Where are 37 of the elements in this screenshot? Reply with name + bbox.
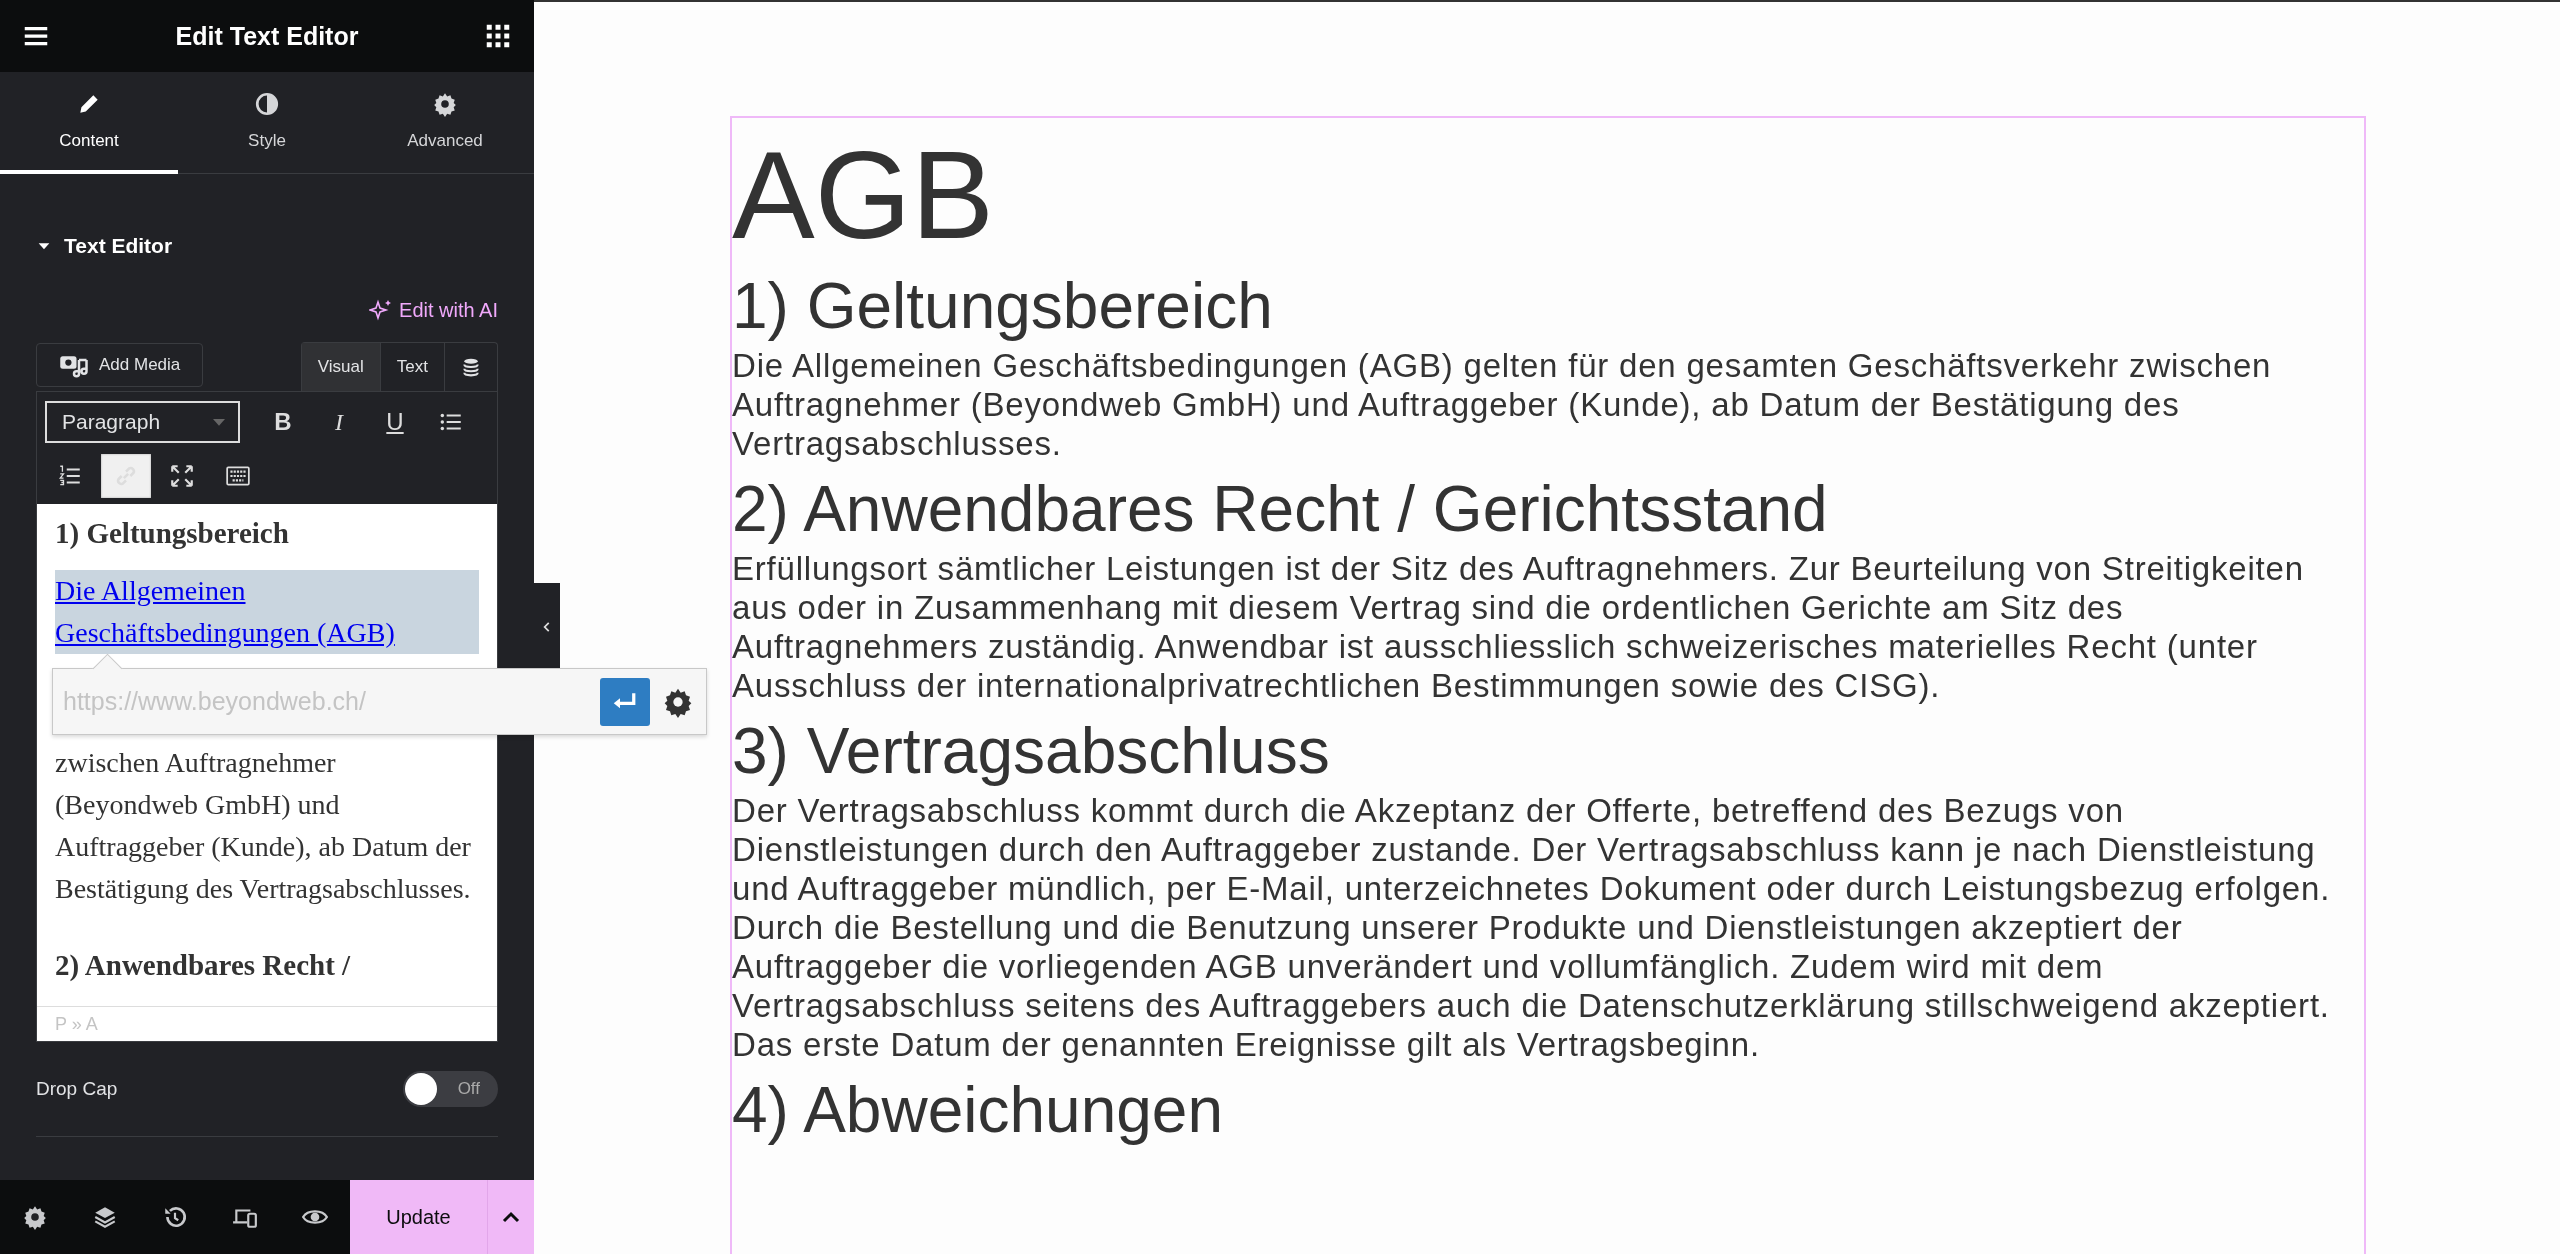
section-text: Die Allgemeinen Geschäftsbedingungen (AGB) gelten für den gesamten Geschäftsverkehr zwischen Auftragnehmer (Beyondweb GmbH) und Auftraggeber (Kunde), ab Datum der Bestätigung des Vertragsabschlusses. bbox=[732, 346, 2273, 463]
bold-button[interactable]: B bbox=[258, 400, 308, 444]
section-heading: 2) Anwendbares Recht / Gerichtsstand bbox=[732, 472, 1829, 547]
format-select[interactable]: Paragraph bbox=[45, 401, 240, 443]
section-heading: 3) Vertragsabschluss bbox=[732, 714, 1331, 789]
fullscreen-icon bbox=[169, 463, 195, 489]
apply-link-button[interactable] bbox=[600, 677, 650, 726]
gear-icon bbox=[432, 91, 458, 117]
collapse-handle[interactable] bbox=[534, 583, 560, 670]
keyboard-icon bbox=[225, 463, 251, 489]
editor-mode-tab[interactable]: Visual bbox=[301, 343, 380, 391]
panel-title: Edit Text Editor bbox=[175, 21, 359, 51]
editor-heading: 1) Geltungsbereich bbox=[55, 516, 290, 551]
element-path: P » A bbox=[55, 1013, 98, 1035]
section-heading: 1) Geltungsbereich bbox=[732, 269, 1274, 344]
selected-link[interactable]: Die Allgemeinen Geschäftsbedingungen (AGB) bbox=[55, 570, 479, 654]
add-media-button[interactable]: Add Media bbox=[36, 343, 204, 387]
edit-with-ai-link[interactable]: Edit with AI bbox=[369, 298, 498, 322]
section-text: Der Vertragsabschluss kommt durch die Akzeptanz der Offerte, betreffend des Bezugs von Dienstleistungen durch den Auftraggeber zustande. Der Vertragsabschluss kann je nach Dienstleistung und Auftraggeber mündlich, per E-Mail, unterzeichnetes Dokument oder durch Leistungsbezug erfolgen. Durch die Bestellung und die Benutzung unserer Produkte und Dienstleistungen akzeptiert der Auftraggeber die vorliegenden AGB unverändert und vollumfänglich. Zudem wird mit dem Vertragsabschluss seitens des Auftraggebers auch die Datenschutzerklärung stillschweigend akzeptiert. Das erste Datum der genannten Ereignisse gilt als Vertragsbeginn. bbox=[732, 791, 2332, 1064]
page-title: AGB bbox=[732, 130, 995, 260]
italic-button[interactable]: I bbox=[314, 400, 364, 444]
underline-button[interactable]: U bbox=[370, 400, 420, 444]
drop-cap-switch[interactable]: Off bbox=[403, 1071, 498, 1107]
database-icon bbox=[461, 357, 481, 377]
editor-paragraph: zwischen Auftragnehmer (Beyondweb GmbH) und Auftraggeber (Kunde), ab Datum der Bestätigung des Vertragsabschlusses. bbox=[55, 746, 472, 906]
section-toggle[interactable]: Text Editor bbox=[36, 234, 173, 258]
panel-tab[interactable]: Content bbox=[0, 72, 178, 174]
editor-mode-tab[interactable]: Text bbox=[379, 343, 444, 391]
panel-tab[interactable]: Advanced bbox=[356, 72, 534, 174]
section-heading: 4) Abweichungen bbox=[732, 1073, 1225, 1148]
editor-heading: 2) Anwendbares Recht / bbox=[55, 948, 352, 983]
panel-tab[interactable]: Style bbox=[178, 72, 356, 174]
drop-cap-label: Drop Cap bbox=[36, 1078, 118, 1100]
gear-icon bbox=[22, 1204, 48, 1230]
history-icon bbox=[162, 1204, 188, 1230]
section-text: Erfüllungsort sämtlicher Leistungen ist der Sitz des Auftragnehmers. Zur Beurteilung von Streitigkeiten aus oder in Zusammenhang mit diesem Vertrag sind die ordentlichen Gerichte am Sitz des Auftragnehmers zuständig. Anwendbar ist ausschliesslich schweizerisches materielles Recht (unter Ausschluss der internationalprivatrechtlichen Bestimmungen sowie des CISG). bbox=[732, 549, 2305, 705]
contrast-icon bbox=[254, 91, 280, 117]
